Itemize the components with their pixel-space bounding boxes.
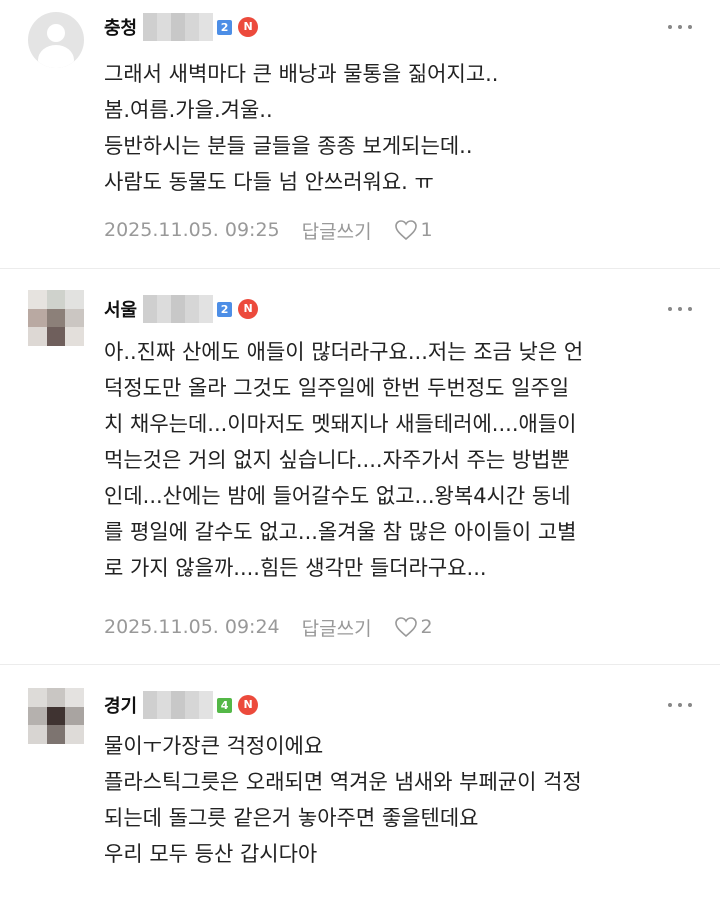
comment-text: 그래서 새벽마다 큰 배낭과 물통을 짊어지고.. 봄.여름.가을.겨울.. 등…: [104, 56, 692, 200]
comment-line: 사람도 동물도 다들 넘 안쓰러워요. ㅠ: [104, 170, 434, 194]
reply-button[interactable]: 답글쓰기: [302, 217, 372, 244]
blurred-nickname: [143, 691, 214, 719]
avatar[interactable]: [28, 688, 84, 744]
divider: [0, 268, 720, 269]
more-options-icon[interactable]: [668, 304, 692, 314]
comment-text: 아..진짜 산에도 애들이 많더라구요...저는 조금 낮은 언 덕정도만 올라…: [104, 334, 692, 586]
more-options-icon[interactable]: [668, 22, 692, 32]
comment-line: 플라스틱그릇은 오래되면 역겨운 냄새와 부페균이 걱정: [104, 770, 582, 794]
author-region[interactable]: 충청: [104, 14, 137, 40]
new-badge: N: [238, 17, 259, 37]
comment-meta: 2025.11.05. 09:24 답글쓰기 2: [104, 612, 433, 642]
comment-line: 우리 모두 등산 갑시다아: [104, 842, 318, 866]
author-region[interactable]: 서울: [104, 296, 137, 322]
comment-line: 덕정도만 올라 그것도 일주일에 한번 두번정도 일주일: [104, 376, 570, 400]
comment-line: 로 가지 않을까....힘든 생각만 들더라구요...: [104, 556, 487, 580]
comment-text: 물이ㅜ가장큰 걱정이에요 플라스틱그릇은 오래되면 역겨운 냄새와 부페균이 걱…: [104, 728, 692, 872]
new-badge: N: [238, 299, 259, 319]
blurred-nickname: [143, 295, 214, 323]
avatar[interactable]: [28, 290, 84, 346]
divider: [0, 664, 720, 665]
like-count: 1: [420, 219, 433, 241]
comment-line: 먹는것은 거의 없지 싶습니다....자주가서 주는 방법뿐: [104, 448, 570, 472]
author-row: 서울 2 N: [104, 292, 259, 326]
more-options-icon[interactable]: [668, 700, 692, 710]
like-count: 2: [420, 616, 433, 638]
author-region[interactable]: 경기: [104, 692, 137, 718]
level-badge: 2: [217, 19, 233, 35]
reply-button[interactable]: 답글쓰기: [302, 614, 372, 641]
blurred-nickname: [143, 13, 214, 41]
author-row: 충청 2 N: [104, 10, 259, 44]
heart-icon: [394, 220, 417, 241]
new-badge: N: [238, 695, 259, 715]
comment-line: 아..진짜 산에도 애들이 많더라구요...저는 조금 낮은 언: [104, 340, 584, 364]
level-badge: 2: [217, 301, 233, 317]
comment-line: 인데...산에는 밤에 들어갈수도 없고...왕복4시간 동네: [104, 484, 571, 508]
heart-icon: [394, 617, 417, 638]
avatar[interactable]: [28, 12, 84, 68]
comment-line: 를 평일에 갈수도 없고...올겨울 참 많은 아이들이 고별: [104, 520, 577, 544]
timestamp: 2025.11.05. 09:24: [104, 616, 280, 638]
comment-line: 되는데 돌그릇 같은거 놓아주면 좋을텐데요: [104, 806, 479, 830]
comment-line: 등반하시는 분들 글들을 종종 보게되는데..: [104, 134, 473, 158]
comment-line: 치 채우는데...이마저도 멧돼지나 새들테러에....애들이: [104, 412, 577, 436]
comment-line: 그래서 새벽마다 큰 배낭과 물통을 짊어지고..: [104, 62, 499, 86]
comment-line: 봄.여름.가을.겨울..: [104, 98, 273, 122]
author-row: 경기 4 N: [104, 688, 259, 722]
like-button[interactable]: 2: [394, 616, 433, 638]
comment-line: 물이ㅜ가장큰 걱정이에요: [104, 734, 324, 758]
timestamp: 2025.11.05. 09:25: [104, 219, 280, 241]
comment-meta: 2025.11.05. 09:25 답글쓰기 1: [104, 215, 433, 245]
level-badge: 4: [217, 697, 233, 713]
like-button[interactable]: 1: [394, 219, 433, 241]
